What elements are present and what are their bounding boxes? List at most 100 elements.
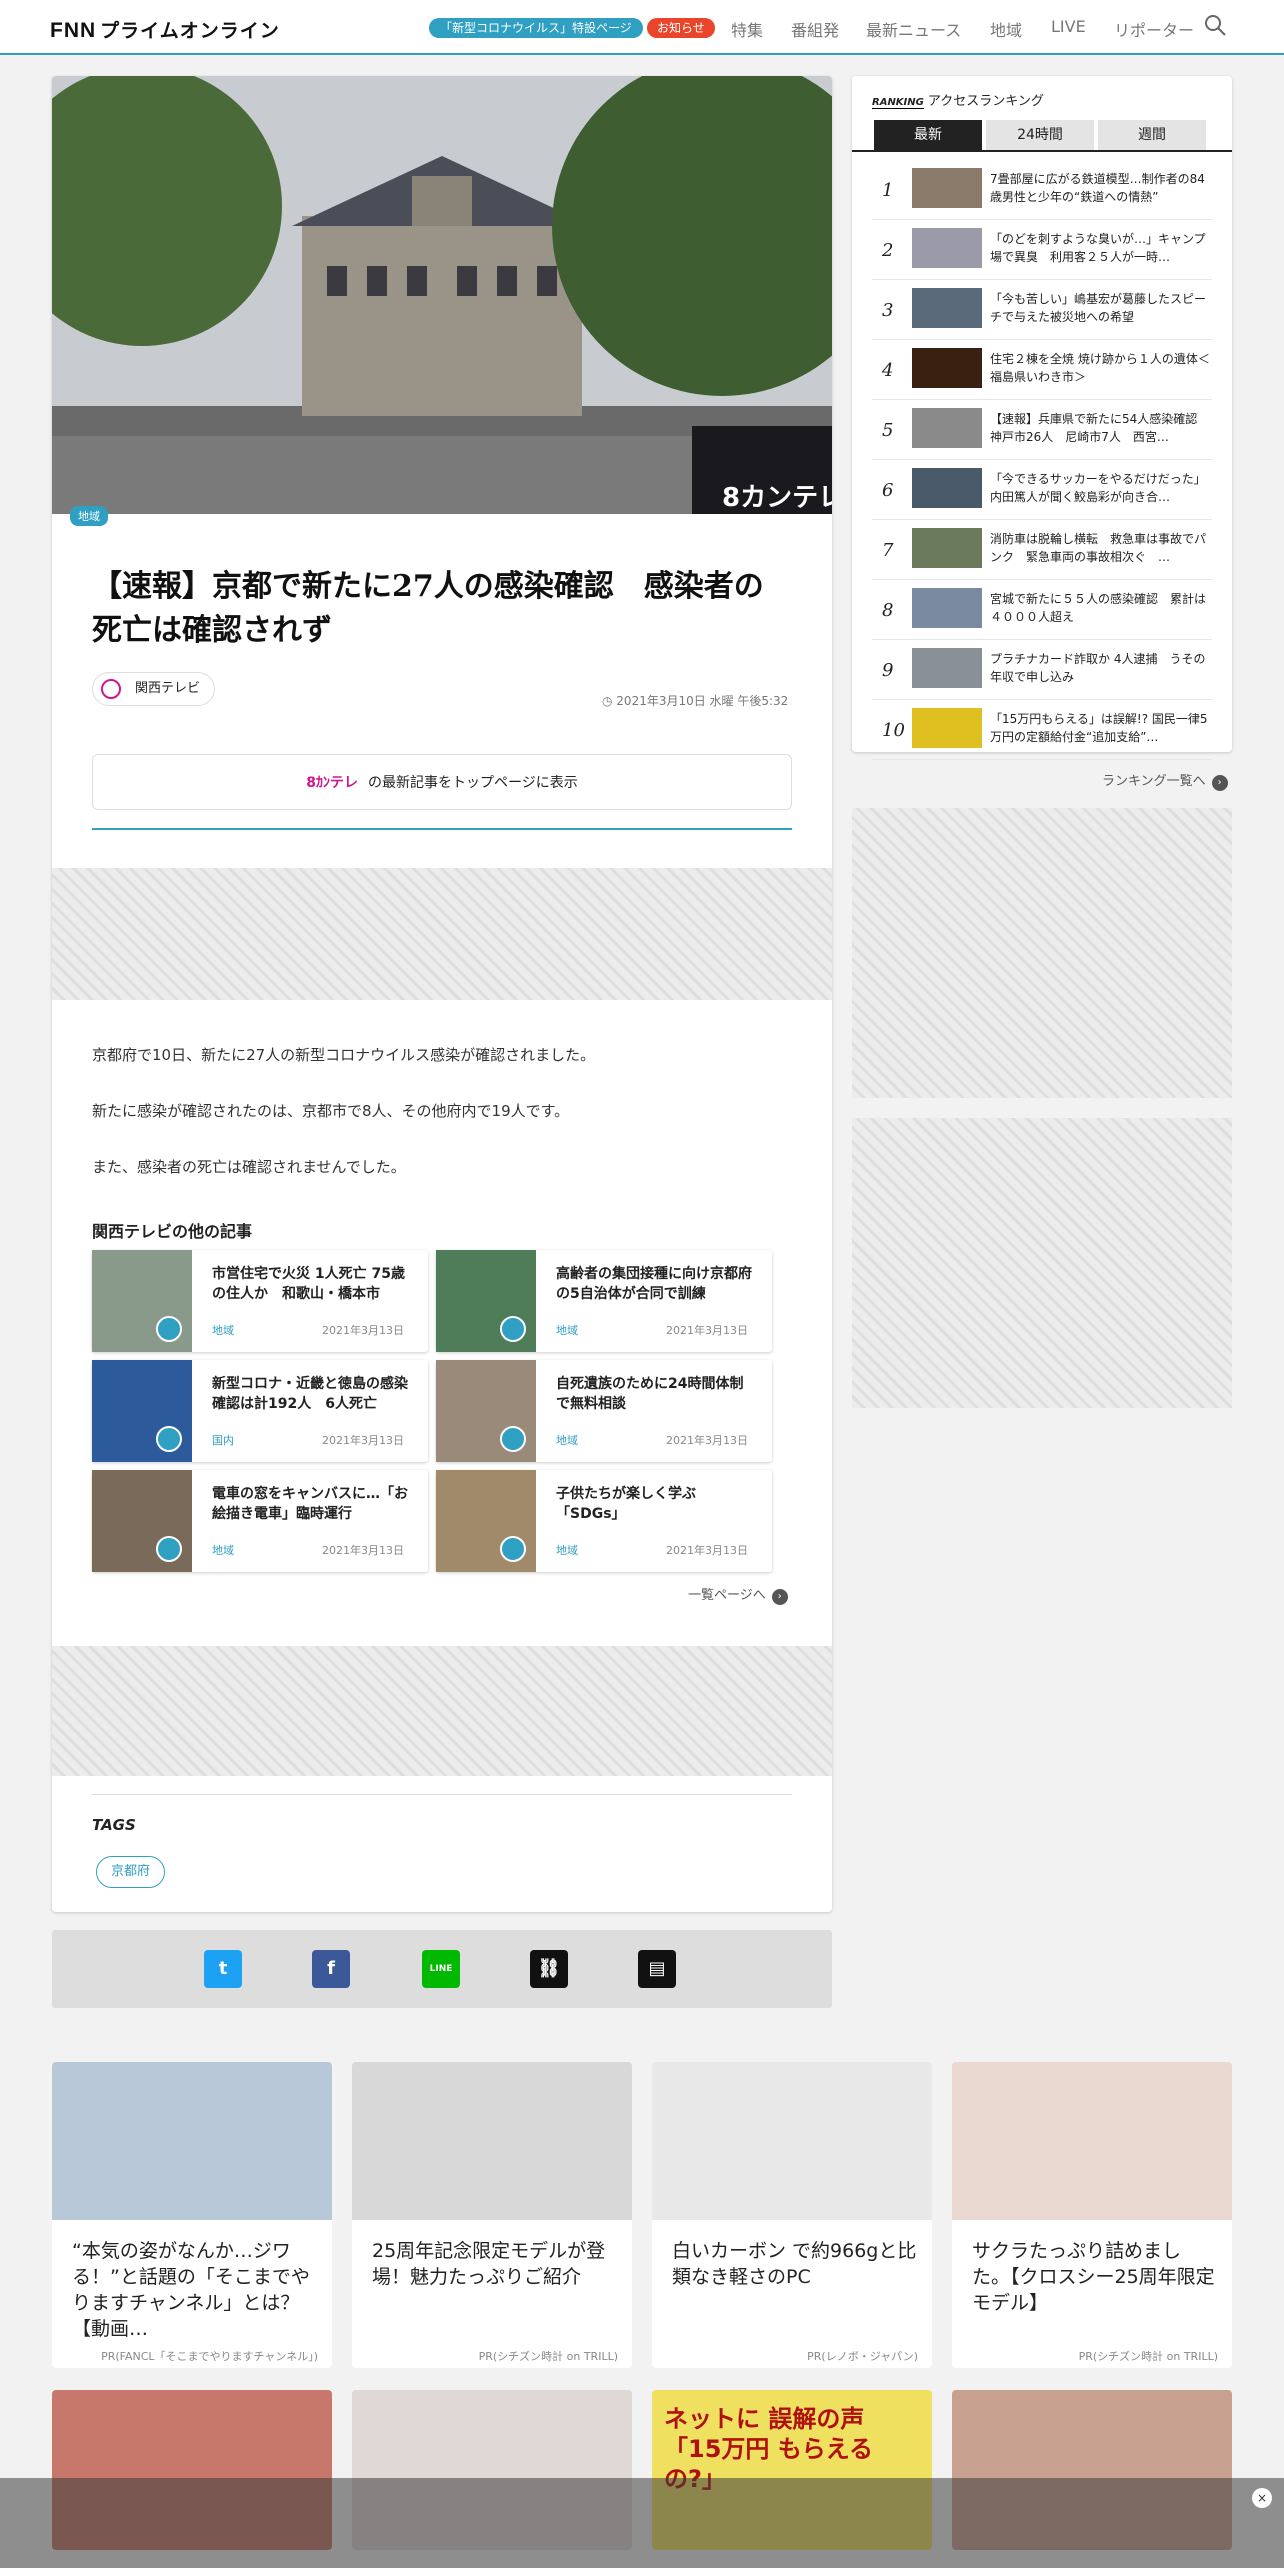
comment-icon[interactable]: ▤: [638, 1950, 676, 1988]
tab-weekly[interactable]: 週間: [1098, 120, 1206, 150]
tab-latest[interactable]: 最新: [874, 120, 982, 150]
ranking-title: RANKING アクセスランキング: [872, 94, 1044, 109]
related-date: 2021年3月13日: [322, 1544, 404, 1557]
related-article-card[interactable]: 市営住宅で火災 1人死亡 75歳の住人か 和歌山・橋本市地域 2021年3月13日: [92, 1250, 428, 1352]
related-category: 地域: [212, 1544, 234, 1557]
close-icon[interactable]: ×: [1252, 2488, 1272, 2508]
share-bar: t f LINE ⛓ ▤: [52, 1930, 832, 2008]
pr-card[interactable]: サクラたっぷり詰めました。【クロスシー25周年限定モデル】 PR(シチズン時計 o…: [952, 2062, 1232, 2368]
ranking-item[interactable]: 3 「今も苦しい」嶋基宏が葛藤したスピーチで与えた被災地への希望: [872, 280, 1212, 340]
ranking-more-link[interactable]: ランキング一覧へ ›: [1102, 770, 1228, 791]
related-category: 地域: [556, 1324, 578, 1337]
rank-number: 3: [882, 300, 894, 321]
pr-title: 白いカーボン で約966gと比類なき軽さのPC: [672, 2240, 917, 2288]
facebook-share-icon[interactable]: f: [312, 1950, 350, 1988]
clock-icon: ◷: [602, 694, 617, 708]
video-icon: [500, 1536, 526, 1562]
pr-image: [352, 2062, 632, 2220]
line-share-icon[interactable]: LINE: [422, 1950, 460, 1988]
hero-kantele-watermark: 8カンテレ: [722, 483, 832, 513]
twitter-share-icon[interactable]: t: [204, 1950, 242, 1988]
rank-number: 1: [882, 180, 894, 201]
pr-image: [652, 2062, 932, 2220]
ranking-item[interactable]: 2 「のどを刺すような臭いが…」キャンプ場で異臭 利用客２５人が一時…: [872, 220, 1212, 280]
pr-card[interactable]: “本気の姿がなんか…ジワる！”と話題の「そこまでやりますチャンネル」とは？【動画…: [52, 2062, 332, 2368]
video-icon: [156, 1536, 182, 1562]
related-date: 2021年3月13日: [666, 1324, 748, 1337]
ranking-thumbnail: [912, 168, 982, 208]
ranking-title-text: 「今できるサッカーをやるだけだった」内田篤人が聞く鮫島彩が向き合…: [990, 472, 1206, 504]
divider: [92, 1794, 792, 1795]
related-title: 電車の窓をキャンバスに…「お絵描き電車」臨時運行: [212, 1486, 408, 1522]
ranking-title-text: 消防車は脱輪し横転 救急車は事故でパンク 緊急車両の事故相次ぐ …: [990, 532, 1207, 564]
related-category: 地域: [556, 1434, 578, 1447]
ranking-item[interactable]: 5 【速報】兵庫県で新たに54人感染確認 神戸市26人 尼崎市7人 西宮…: [872, 400, 1212, 460]
ad-slot: [52, 1646, 832, 1776]
nav-programs[interactable]: 番組発: [791, 17, 839, 41]
corona-special-link[interactable]: 「新型コロナウイルス」特設ページ: [429, 18, 643, 38]
related-article-card[interactable]: 子供たちが楽しく学ぶ「SDGs」 地域 2021年3月13日: [436, 1470, 772, 1572]
rank-number: 5: [882, 420, 894, 441]
pr-image: [52, 2062, 332, 2220]
ranking-item[interactable]: 1 7畳部屋に広がる鉄道模型…制作者の84歳男性と少年の“鉄道への情熱”: [872, 160, 1212, 220]
nav-region[interactable]: 地域: [990, 17, 1022, 41]
ranking-item[interactable]: 4 住宅２棟を全焼 焼け跡から１人の遺体＜福島県いわき市＞: [872, 340, 1212, 400]
body-paragraph: 新たに感染が確認されたのは、京都市で8人、その他府内で19人です。: [92, 1102, 570, 1120]
ranking-item[interactable]: 8 宮城で新たに５５人の感染確認 累計は４０００人超え: [872, 580, 1212, 640]
ranking-thumbnail: [912, 708, 982, 748]
search-icon[interactable]: [1204, 14, 1226, 36]
pr-sponsor: PR(シチズン時計 on TRILL): [1078, 2350, 1218, 2363]
ranking-title-text: 【速報】兵庫県で新たに54人感染確認 神戸市26人 尼崎市7人 西宮…: [990, 412, 1210, 444]
pr-title: “本気の姿がなんか…ジワる！”と話題の「そこまでやりますチャンネル」とは？【動画…: [72, 2240, 310, 2340]
notice-button[interactable]: お知らせ: [647, 18, 715, 38]
nav-latest-news[interactable]: 最新ニュース: [866, 17, 961, 41]
rank-number: 7: [882, 540, 894, 561]
ranking-item[interactable]: 10 「15万円もらえる」は誤解!? 国民一律5万円の定額給付金“追加支給”…: [872, 700, 1212, 760]
ranking-thumbnail: [912, 588, 982, 628]
related-category: 地域: [212, 1324, 234, 1337]
ranking-title-text: 宮城で新たに５５人の感染確認 累計は４０００人超え: [990, 592, 1207, 624]
ranking-card: RANKING アクセスランキング 最新 24時間 週間 1 7畳部屋に広がる鉄道模…: [852, 76, 1232, 760]
related-heading: 関西テレビの他の記事: [92, 1222, 253, 1241]
article-title: 【速報】京都で新たに27人の感染確認 感染者の死亡は確認されず: [92, 569, 764, 648]
related-date: 2021年3月13日: [666, 1544, 748, 1557]
tab-24h[interactable]: 24時間: [986, 120, 1094, 150]
chevron-right-icon: ›: [1211, 775, 1228, 791]
ranking-item[interactable]: 7 消防車は脱輪し横転 救急車は事故でパンク 緊急車両の事故相次ぐ …: [872, 520, 1212, 580]
pr-title: サクラたっぷり詰めました。【クロスシー25周年限定モデル】: [972, 2240, 1215, 2314]
related-category: 国内: [212, 1434, 234, 1447]
related-article-card[interactable]: 自死遺族のために24時間体制で無料相談 地域 2021年3月13日: [436, 1360, 772, 1462]
rank-number: 10: [882, 720, 905, 741]
related-date: 2021年3月13日: [322, 1324, 404, 1337]
related-article-card[interactable]: 新型コロナ・近畿と徳島の感染確認は計192人 6人死亡国内 2021年3月13日: [92, 1360, 428, 1462]
pr-title: 25周年記念限定モデルが登場！魅力たっぷりご紹介: [372, 2240, 606, 2288]
rank-number: 6: [882, 480, 894, 501]
related-article-card[interactable]: 電車の窓をキャンバスに…「お絵描き電車」臨時運行地域 2021年3月13日: [92, 1470, 428, 1572]
body-paragraph: また、感染者の死亡は確認されませんでした。: [92, 1158, 406, 1176]
pr-card[interactable]: 25周年記念限定モデルが登場！魅力たっぷりご紹介 PR(シチズン時計 on TRI…: [352, 2062, 632, 2368]
ranking-thumbnail: [912, 228, 982, 268]
related-title: 市営住宅で火災 1人死亡 75歳の住人か 和歌山・橋本市: [212, 1266, 405, 1302]
related-more-link[interactable]: 一覧ページへ ›: [688, 1584, 788, 1605]
copy-link-icon[interactable]: ⛓: [530, 1950, 568, 1988]
nav-live[interactable]: LIVE: [1051, 17, 1086, 36]
related-title: 新型コロナ・近畿と徳島の感染確認は計192人 6人死亡: [212, 1376, 408, 1412]
ranking-title-text: プラチナカード詐取か 4人逮捕 うその年収で申し込み: [990, 652, 1206, 684]
related-article-card[interactable]: 高齢者の集団接種に向け京都府の5自治体が合同で訓練 地域 2021年3月13日: [436, 1250, 772, 1352]
related-title: 子供たちが楽しく学ぶ「SDGs」: [556, 1486, 696, 1522]
nav-features[interactable]: 特集: [731, 17, 763, 41]
rank-number: 2: [882, 240, 894, 261]
pr-card[interactable]: 白いカーボン で約966gと比類なき軽さのPC PR(レノボ・ジャパン): [652, 2062, 932, 2368]
source-badge[interactable]: 関西テレビ: [92, 672, 216, 706]
tag-kyoto[interactable]: 京都府: [96, 1856, 166, 1888]
nav-reporter[interactable]: リポーター: [1114, 17, 1194, 41]
ranking-title-text: 「今も苦しい」嶋基宏が葛藤したスピーチで与えた被災地への希望: [990, 292, 1207, 324]
site-logo[interactable]: FNN プライムオンライン: [50, 16, 280, 43]
ranking-item[interactable]: 6 「今できるサッカーをやるだけだった」内田篤人が聞く鮫島彩が向き合…: [872, 460, 1212, 520]
ranking-thumbnail: [912, 348, 982, 388]
related-date: 2021年3月13日: [666, 1434, 748, 1447]
area-tag[interactable]: 地域: [70, 506, 108, 526]
ranking-item[interactable]: 9 プラチナカード詐取か 4人逮捕 うその年収で申し込み: [872, 640, 1212, 700]
related-date: 2021年3月13日: [322, 1434, 404, 1447]
follow-source-button[interactable]: 8ｶﾝテレ の最新記事をトップページに表示: [92, 754, 792, 810]
